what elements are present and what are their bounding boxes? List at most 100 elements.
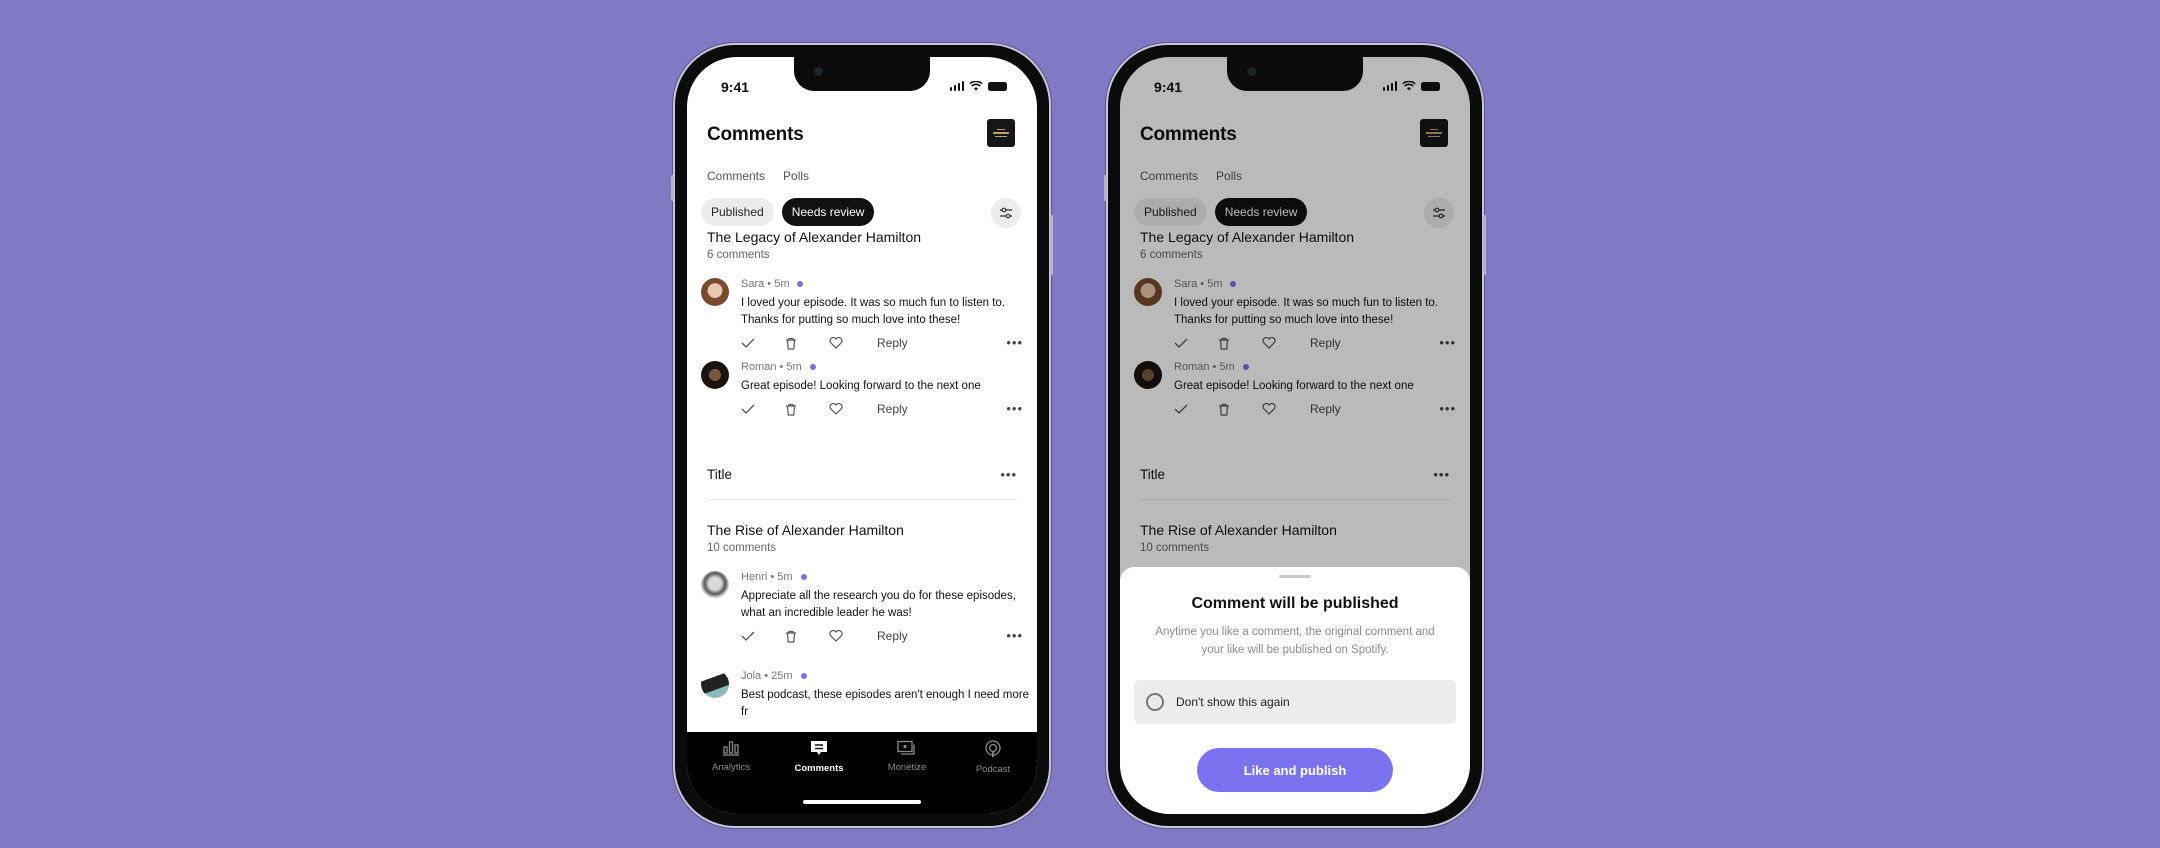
comment-text: Great episode! Looking forward to the ne… (741, 380, 981, 392)
episode-title-row[interactable]: Title ••• (707, 467, 1017, 482)
comment-actions: Reply ••• (741, 399, 1023, 419)
phone-comments-list: 9:41 Comments Comments Polls Published N… (671, 43, 1053, 828)
monetize-icon (897, 740, 915, 755)
avatar (701, 571, 729, 599)
episode-title[interactable]: The Legacy of Alexander Hamilton (707, 229, 921, 245)
comment-author-time: Sara • 5m (741, 278, 790, 290)
episode-comment-count: 6 comments (707, 249, 770, 261)
nav-analytics[interactable]: Analytics (691, 740, 771, 773)
more-options-button[interactable]: ••• (1006, 335, 1023, 350)
podcast-cover-thumbnail[interactable] (987, 119, 1015, 147)
comment-actions: Reply ••• (741, 626, 1023, 646)
avatar (701, 670, 729, 698)
tab-comments[interactable]: Comments (707, 169, 765, 183)
chip-published[interactable]: Published (701, 198, 774, 226)
comment-actions: Reply ••• (741, 333, 1023, 353)
episode-title[interactable]: The Rise of Alexander Hamilton (707, 522, 904, 538)
comment-text: Best podcast, these episodes aren't enou… (741, 689, 1029, 718)
trash-icon (786, 337, 796, 350)
nav-label: Comments (794, 763, 844, 774)
nav-label: Podcast (975, 764, 1011, 775)
comment-meta: Sara • 5m (741, 278, 804, 290)
comment-meta: Henri • 5m (741, 571, 807, 583)
screen: 9:41 Comments Comments Polls Published N… (687, 57, 1037, 814)
dont-show-again-checkbox[interactable] (1146, 693, 1164, 711)
nav-podcast[interactable]: Podcast (953, 740, 1033, 775)
tab-bar: Comments Polls (707, 169, 809, 183)
screen: 9:41 Comments Comments Polls Published N… (1120, 57, 1470, 814)
status-time: 9:41 (721, 79, 750, 95)
mute-switch (671, 175, 674, 201)
cellular-signal-icon (949, 81, 964, 91)
sheet-drag-handle[interactable] (1279, 575, 1311, 578)
approve-button[interactable] (741, 399, 785, 419)
comment-meta: Jola • 25m (741, 670, 807, 682)
sliders-icon (1000, 207, 1012, 219)
phone-publish-confirmation: 9:41 Comments Comments Polls Published N… (1104, 43, 1486, 828)
check-icon (741, 631, 755, 641)
unread-dot (797, 281, 804, 287)
delete-button[interactable] (785, 626, 829, 646)
power-button (1050, 215, 1053, 275)
filter-chips: Published Needs review (701, 198, 875, 226)
nav-monetize[interactable]: Monetize (867, 740, 947, 773)
divider (707, 499, 1017, 500)
power-button (1483, 215, 1486, 275)
like-button[interactable] (829, 626, 873, 646)
nav-label: Monetize (887, 762, 927, 773)
home-indicator[interactable] (803, 800, 921, 804)
check-icon (741, 338, 755, 348)
like-button[interactable] (829, 333, 873, 353)
trash-icon (786, 403, 796, 416)
filter-button[interactable] (991, 198, 1021, 228)
episode-title: Title (707, 467, 733, 482)
notch (794, 57, 930, 91)
comment-meta: Roman • 5m (741, 361, 816, 373)
nav-label: Analytics (711, 762, 750, 773)
nav-comments[interactable]: Comments (779, 740, 859, 774)
heart-icon (829, 403, 843, 415)
comment-author-time: Henri • 5m (741, 571, 793, 583)
episode-comment-count: 10 comments (707, 542, 777, 554)
podcast-icon (985, 740, 1001, 757)
comment-text: I loved your episode. It was so much fun… (741, 297, 1006, 326)
bar-chart-icon (723, 741, 739, 756)
comment-author-time: Jola • 25m (741, 670, 793, 682)
more-options-button[interactable]: ••• (1006, 628, 1023, 643)
status-icons (949, 81, 1007, 91)
publish-confirmation-sheet: Comment will be published Anytime you li… (1120, 567, 1470, 814)
battery-icon (988, 81, 1007, 91)
more-options-button[interactable]: ••• (1006, 401, 1023, 416)
unread-dot (800, 574, 807, 580)
tab-polls[interactable]: Polls (783, 169, 809, 183)
like-button[interactable] (829, 399, 873, 419)
mute-switch (1104, 175, 1107, 201)
bottom-navigation: Analytics Comments Monetize Podcast (687, 732, 1037, 814)
like-and-publish-button[interactable]: Like and publish (1197, 748, 1393, 792)
approve-button[interactable] (741, 626, 785, 646)
unread-dot (809, 364, 816, 370)
chip-needs-review[interactable]: Needs review (781, 198, 875, 226)
wifi-icon (969, 81, 983, 91)
unread-dot (800, 673, 807, 679)
comment-text: Appreciate all the research you do for t… (741, 590, 1016, 619)
notch (1227, 57, 1363, 91)
heart-icon (829, 337, 843, 349)
delete-button[interactable] (785, 399, 829, 419)
avatar (701, 361, 729, 389)
dont-show-again-option[interactable]: Don't show this again (1134, 680, 1456, 724)
approve-button[interactable] (741, 333, 785, 353)
trash-icon (786, 630, 796, 643)
comment-icon (811, 741, 827, 755)
reply-button[interactable]: Reply (877, 629, 908, 643)
sheet-description: Anytime you like a comment, the original… (1155, 626, 1435, 656)
reply-button[interactable]: Reply (877, 336, 908, 350)
heart-icon (829, 630, 843, 642)
checkbox-label: Don't show this again (1176, 695, 1290, 709)
camera (1247, 67, 1256, 76)
reply-button[interactable]: Reply (877, 402, 908, 416)
check-icon (741, 404, 755, 414)
delete-button[interactable] (785, 333, 829, 353)
sheet-title: Comment will be published (1191, 595, 1399, 612)
more-options-button[interactable]: ••• (1000, 467, 1017, 482)
